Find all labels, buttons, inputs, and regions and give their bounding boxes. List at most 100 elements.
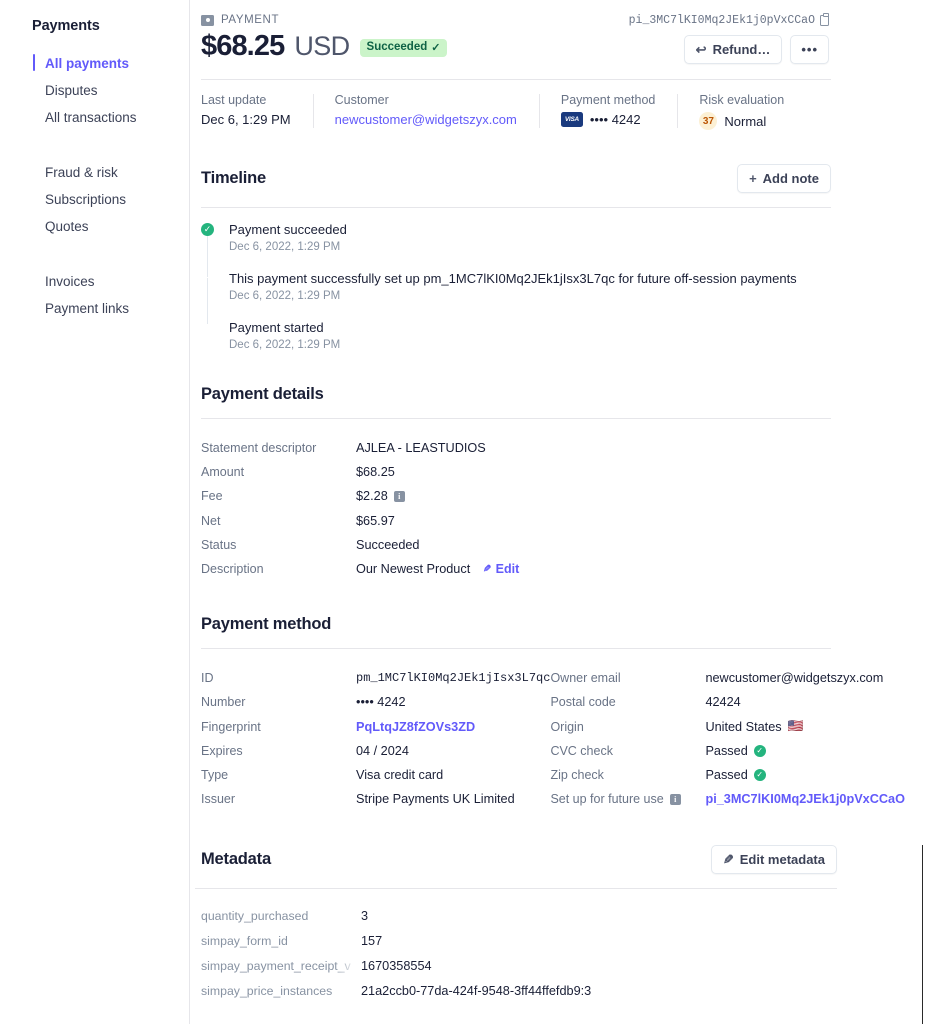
sidebar-item-payment-links[interactable]: Payment links bbox=[0, 295, 189, 322]
detail-row: Status Succeeded bbox=[201, 533, 831, 557]
payment-amount: $68.25 bbox=[201, 30, 285, 62]
fingerprint-link[interactable]: PqLtqJZ8fZOVs3ZD bbox=[356, 720, 475, 734]
summary-cell-risk-evaluation: Risk evaluation 37 Normal bbox=[677, 93, 806, 130]
check-circle-icon: ✓ bbox=[753, 744, 766, 757]
section-title: Timeline bbox=[201, 169, 267, 187]
copy-icon[interactable] bbox=[820, 13, 829, 26]
section-title: Payment details bbox=[201, 385, 324, 403]
payment-method-section: Payment method ID pm_1MC7lKI0Mq2JEk1jIsx… bbox=[201, 615, 905, 811]
summary-cell-payment-method: Payment method VISA •••• 4242 bbox=[538, 93, 678, 130]
refund-label: Refund… bbox=[712, 42, 771, 57]
main-content: PAYMENT $68.25 USD Succeeded ✓ Last upda… bbox=[190, 0, 925, 1024]
detail-key: Expires bbox=[201, 743, 243, 758]
payment-method-left-column: ID pm_1MC7lKI0Mq2JEk1jIsx3L7qc Number ••… bbox=[201, 666, 550, 811]
sidebar-item-disputes[interactable]: Disputes bbox=[0, 77, 189, 104]
detail-key: Postal code bbox=[550, 695, 616, 710]
detail-value: pi_3MC7lKI0Mq2JEk1j0pVxCCaO bbox=[705, 792, 905, 806]
timeline-event-date: Dec 6, 2022, 1:29 PM bbox=[229, 339, 341, 351]
edit-metadata-label: Edit metadata bbox=[739, 852, 825, 868]
detail-value: •••• 4242 bbox=[356, 695, 406, 710]
detail-key-label: Set up for future use bbox=[550, 792, 664, 807]
payment-details-section: Payment details Statement descriptor AJL… bbox=[201, 385, 831, 581]
add-note-button[interactable]: + Add note bbox=[737, 164, 831, 193]
detail-value: Stripe Payments UK Limited bbox=[356, 792, 515, 807]
detail-row: Net $65.97 bbox=[201, 509, 831, 533]
payment-detail-page: Payments All payments Disputes All trans… bbox=[0, 0, 925, 1024]
detail-row: Number •••• 4242 bbox=[201, 690, 550, 714]
content-inner: PAYMENT $68.25 USD Succeeded ✓ Last upda… bbox=[195, 14, 905, 1003]
detail-row: ID pm_1MC7lKI0Mq2JEk1jIsx3L7qc bbox=[201, 666, 550, 690]
detail-value: Passed ✓ bbox=[705, 744, 766, 758]
sidebar-item-all-payments[interactable]: All payments bbox=[0, 50, 189, 77]
payment-icon bbox=[201, 321, 214, 334]
sidebar-item-subscriptions[interactable]: Subscriptions bbox=[0, 186, 189, 213]
check-circle-icon: ✓ bbox=[201, 223, 214, 236]
detail-value: Our Newest Product ✎ Edit bbox=[356, 562, 519, 576]
payment-method-left-list: ID pm_1MC7lKI0Mq2JEk1jIsx3L7qc Number ••… bbox=[201, 666, 550, 811]
section-title: Metadata bbox=[201, 850, 271, 869]
detail-key: Number bbox=[201, 695, 246, 710]
sidebar-item-all-transactions[interactable]: All transactions bbox=[0, 104, 189, 131]
edit-description-link[interactable]: ✎ Edit bbox=[483, 562, 519, 576]
metadata-value: 3 bbox=[361, 908, 369, 923]
zip-check-result: Passed bbox=[705, 767, 748, 782]
payment-method-rule bbox=[201, 648, 831, 650]
detail-value: Visa credit card bbox=[356, 767, 444, 782]
ellipsis-icon: ••• bbox=[801, 42, 818, 57]
pencil-icon: ✎ bbox=[722, 852, 734, 868]
origin-country: United States bbox=[705, 719, 782, 734]
header-divider bbox=[201, 79, 831, 80]
flag-icon: 🇺🇸 bbox=[787, 719, 804, 734]
setup-intent-link[interactable]: pi_3MC7lKI0Mq2JEk1j0pVxCCaO bbox=[705, 792, 905, 806]
timeline-item: ✓ Payment succeeded Dec 6, 2022, 1:29 PM bbox=[201, 222, 831, 253]
metadata-key: simpay_form_id bbox=[201, 933, 288, 948]
info-icon[interactable]: i bbox=[669, 793, 681, 805]
summary-value: 37 Normal bbox=[699, 112, 784, 130]
sidebar-item-invoices[interactable]: Invoices bbox=[0, 268, 189, 295]
detail-key: Fee bbox=[201, 489, 223, 504]
detail-value: $68.25 bbox=[356, 465, 395, 480]
timeline-event-text: Payment succeeded bbox=[229, 222, 347, 237]
scrollbar-edge bbox=[921, 845, 923, 1024]
detail-key: Zip check bbox=[550, 767, 604, 782]
info-icon[interactable]: i bbox=[393, 490, 405, 502]
detail-value: Passed ✓ bbox=[705, 767, 766, 782]
detail-row: Set up for future use i pi_3MC7lKI0Mq2JE… bbox=[550, 787, 905, 811]
summary-label: Customer bbox=[334, 93, 389, 107]
payment-method-right-column: Owner email newcustomer@widgetszyx.com P… bbox=[550, 666, 905, 811]
detail-row: Fee $2.28 i bbox=[201, 484, 831, 508]
payment-method-right-list: Owner email newcustomer@widgetszyx.com P… bbox=[550, 666, 905, 811]
timeline-rule bbox=[201, 207, 831, 208]
detail-value: Succeeded bbox=[356, 537, 420, 552]
detail-value: 04 / 2024 bbox=[356, 743, 409, 758]
metadata-list: quantity_purchased 3 simpay_form_id 157 … bbox=[195, 903, 837, 1003]
timeline-event-text: Payment started bbox=[229, 320, 324, 335]
detail-key: Origin bbox=[550, 719, 584, 734]
card-last4: •••• 4242 bbox=[589, 112, 641, 127]
detail-row: Postal code 42424 bbox=[550, 690, 905, 714]
detail-row: CVC check Passed ✓ bbox=[550, 739, 905, 763]
detail-row: Issuer Stripe Payments UK Limited bbox=[201, 787, 550, 811]
detail-row: Type Visa credit card bbox=[201, 763, 550, 787]
payment-details-rule bbox=[201, 418, 831, 419]
add-note-label: Add note bbox=[762, 171, 819, 186]
more-actions-button[interactable]: ••• bbox=[790, 35, 829, 64]
customer-email-link[interactable]: newcustomer@widgetszyx.com bbox=[335, 112, 517, 127]
metadata-value: 1670358554 bbox=[361, 958, 432, 973]
detail-row: Description Our Newest Product ✎ Edit bbox=[201, 557, 831, 581]
detail-value: $65.97 bbox=[356, 513, 395, 528]
pencil-icon: ✎ bbox=[483, 563, 492, 575]
detail-key: Amount bbox=[201, 465, 245, 480]
sidebar-item-label: Invoices bbox=[45, 274, 95, 289]
refund-button[interactable]: ↩ Refund… bbox=[683, 35, 783, 64]
detail-key: Fingerprint bbox=[201, 719, 261, 734]
edit-metadata-button[interactable]: ✎ Edit metadata bbox=[710, 845, 837, 875]
metadata-value: 157 bbox=[361, 933, 383, 948]
check-circle-icon: ✓ bbox=[753, 768, 766, 781]
sidebar-item-fraud-and-risk[interactable]: Fraud & risk bbox=[0, 159, 189, 186]
payment-intent-id-text: pi_3MC7lKI0Mq2JEk1j0pVxCCaO bbox=[628, 14, 815, 27]
timeline-item: This payment successfully set up pm_1MC7… bbox=[229, 271, 831, 302]
metadata-header: Metadata ✎ Edit metadata bbox=[195, 845, 837, 875]
sidebar-item-quotes[interactable]: Quotes bbox=[0, 213, 189, 240]
summary-label: Payment method bbox=[560, 93, 656, 107]
